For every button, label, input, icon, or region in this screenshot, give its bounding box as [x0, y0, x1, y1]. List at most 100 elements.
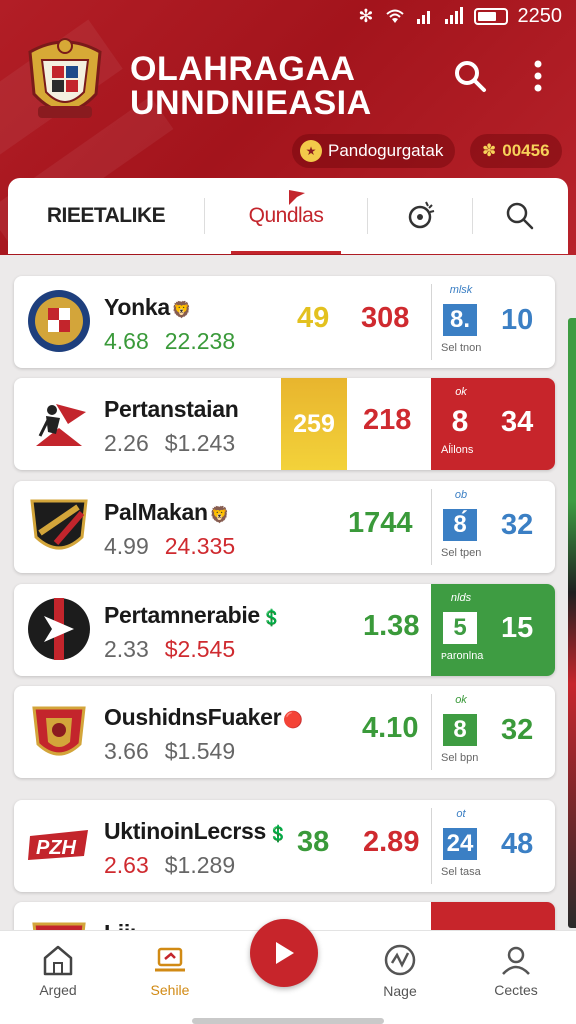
- stat-value: $1.549: [164, 738, 236, 764]
- score-box: 8.: [443, 304, 477, 336]
- stat-value: $1.243: [164, 430, 236, 456]
- team-name: Yonka 🦁: [104, 294, 192, 321]
- nav-item-home[interactable]: Arged: [8, 931, 108, 1011]
- user-icon: [502, 946, 530, 975]
- laptop-icon: [155, 947, 185, 972]
- divider: [431, 808, 432, 884]
- more-menu-button[interactable]: [518, 56, 558, 96]
- score-panel[interactable]: mlsk 8. Sel tnon 10: [431, 276, 555, 368]
- more-vertical-icon: [534, 60, 542, 92]
- team-shield-icon: [30, 499, 88, 550]
- stat-number: 218: [363, 404, 412, 436]
- stat-number: 4.10: [362, 712, 419, 744]
- stat-number: 2.89: [363, 826, 420, 858]
- score-panel[interactable]: [431, 902, 555, 930]
- app-title: OLAHRAGAA UNNDNIEASIA: [130, 52, 372, 120]
- status-time: 2250: [517, 4, 563, 27]
- flag-icon: [289, 190, 305, 205]
- team-name-text: UktinoinLecrss: [104, 818, 266, 844]
- stat-odds: 2.33: [104, 636, 149, 662]
- home-indicator[interactable]: [192, 1018, 384, 1024]
- nav-item-activity[interactable]: Nage: [350, 931, 450, 1011]
- team-card[interactable]: Pertamnerabie 💲 2.33 $2.545 1.38 nlds 5 ᴘа…: [14, 584, 555, 676]
- svg-text:PZH: PZH: [36, 837, 77, 859]
- score-sub: Sel tpen: [441, 547, 482, 559]
- team-name-text: OushidnsFuaker: [104, 704, 282, 730]
- team-card[interactable]: Pertanstaian 2.26 $1.243 259 218 ok 8 Aĺ…: [14, 378, 555, 470]
- divider: [431, 284, 432, 360]
- score-panel[interactable]: ob 8́ Sel tpen 32: [431, 481, 555, 573]
- nav-label: Nage: [383, 983, 417, 999]
- tab-search[interactable]: [473, 178, 567, 254]
- signal-icon: [416, 11, 430, 24]
- team-name: Pertamnerabie 💲: [104, 602, 282, 629]
- status-bar: ✻ 2250: [358, 4, 562, 28]
- search-button[interactable]: [450, 56, 490, 96]
- score-value: 32: [501, 714, 534, 746]
- tab-label: RIEETALIKE: [46, 204, 166, 227]
- team-list[interactable]: Yonka 🦁 4.68 22.238 49 308 mlsk 8. Sel tno…: [0, 256, 576, 930]
- team-name: OushidnsFuaker 🔴: [104, 704, 303, 731]
- bluetooth-icon: ✻: [358, 5, 374, 26]
- score-caption: mlsk: [449, 284, 473, 296]
- stat-odds: 4.68: [104, 328, 149, 354]
- team-card[interactable]: OushidnsFuaker 🔴 3.66 $1.549 4.10 ok 8 Sel…: [14, 686, 555, 778]
- highlight-number: 259: [281, 378, 347, 470]
- team-stats: 2.63 $1.289: [104, 852, 251, 879]
- score-box: 8: [443, 714, 477, 746]
- team-stats: 4.99 24.335: [104, 533, 251, 560]
- lion-emoji: 🦁: [209, 507, 230, 524]
- play-button[interactable]: [250, 919, 318, 987]
- stat-number: 308: [361, 302, 410, 334]
- score-sub: Aĺilons: [441, 444, 474, 456]
- score-box: 24: [443, 828, 477, 860]
- nav-item-schedule[interactable]: Sehile: [120, 931, 220, 1011]
- live-target-icon: [408, 201, 435, 229]
- score-value: 10: [501, 304, 534, 336]
- stat-number: 49: [297, 302, 330, 334]
- team-name: PalMakan 🦁: [104, 499, 230, 526]
- wifi-icon: [385, 9, 404, 23]
- tab-qundlas[interactable]: Qundlas: [205, 178, 367, 254]
- search-icon: [455, 61, 486, 92]
- score-panel[interactable]: ok 8 Aĺilons 34: [431, 378, 555, 470]
- app-title-line2: UNNDNIEASIA: [130, 84, 372, 122]
- tab-live[interactable]: [368, 178, 472, 254]
- tab-rieetalike[interactable]: RIEETALIKE: [8, 178, 204, 254]
- score-sub: Sel tasa: [441, 866, 481, 878]
- coin-icon: ✽: [482, 141, 497, 160]
- team-card[interactable]: PalMakan 🦁 4.99 24.335 1744 ob 8́ Sel tpen…: [14, 481, 555, 573]
- score-value: 48: [501, 828, 534, 860]
- score-panel[interactable]: nlds 5 ᴘаronlna 15: [431, 584, 555, 676]
- battery-icon: [473, 7, 508, 25]
- score-box: 8́: [443, 509, 477, 541]
- score-caption: ob: [454, 489, 468, 501]
- stat-odds: 2.26: [104, 430, 149, 456]
- team-card[interactable]: PZH UktinoinLecrss 💲 2.63 $1.289 38 2.89 o…: [14, 800, 555, 892]
- score-panel[interactable]: ok 8 Sel bpn 32: [431, 686, 555, 778]
- dollar-emoji: 💲: [261, 610, 282, 627]
- dollar-emoji: 💲: [267, 826, 288, 843]
- activity-icon: [384, 944, 416, 976]
- team-card[interactable]: Yonka 🦁 4.68 22.238 49 308 mlsk 8. Sel tno…: [14, 276, 555, 368]
- team-name-text: PalMakan: [104, 499, 208, 525]
- red-ball-emoji: 🔴: [283, 712, 303, 729]
- stat-odds: 2.63: [104, 852, 149, 878]
- user-name: Pandogurgatak: [328, 141, 444, 160]
- team-name: UktinoinLecrss 💲: [104, 818, 288, 845]
- team-name: Liiı: [104, 920, 136, 930]
- stat-odds: 3.66: [104, 738, 149, 764]
- team-crest-icon: [32, 706, 86, 756]
- coins-pill[interactable]: ✽ 00456: [470, 134, 562, 168]
- score-caption: ot: [456, 808, 466, 820]
- score-panel[interactable]: ot 24 Sel tasa 48: [431, 800, 555, 892]
- score-caption: nlds: [450, 592, 472, 604]
- nav-item-profile[interactable]: Cectes: [466, 931, 566, 1011]
- team-stats: 2.26 $1.243: [104, 430, 251, 457]
- nav-label: Arged: [39, 982, 77, 998]
- play-badge-icon: [28, 598, 90, 660]
- score-box: 5: [443, 612, 477, 644]
- user-pill[interactable]: ★ Pandogurgatak: [292, 134, 456, 168]
- stat-number: 1744: [348, 507, 413, 539]
- team-name-text: Pertamnerabie: [104, 602, 260, 628]
